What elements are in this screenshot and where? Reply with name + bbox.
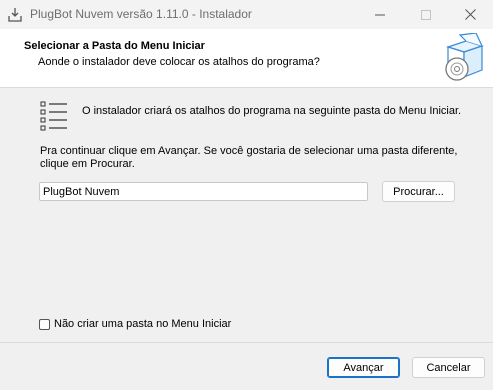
no-folder-checkbox[interactable]: [39, 318, 50, 330]
browse-button[interactable]: Procurar...: [382, 181, 455, 202]
footer-divider: [0, 342, 493, 343]
page-title: Selecionar a Pasta do Menu Iniciar: [24, 40, 205, 52]
window-title: PlugBot Nuvem versão 1.11.0 - Instalador: [30, 7, 252, 21]
wizard-content: O instalador criará os atalhos do progra…: [0, 88, 493, 342]
maximize-icon: [421, 9, 431, 20]
minimize-icon: [375, 10, 385, 20]
next-button[interactable]: Avançar: [327, 357, 400, 378]
close-button[interactable]: [447, 0, 493, 29]
no-folder-option[interactable]: Não criar uma pasta no Menu Iniciar: [39, 318, 231, 330]
title-bar: PlugBot Nuvem versão 1.11.0 - Instalador: [0, 0, 493, 29]
info-text: O instalador criará os atalhos do progra…: [82, 105, 462, 117]
installer-download-icon: [7, 7, 23, 23]
close-icon: [464, 9, 476, 20]
wizard-header: Selecionar a Pasta do Menu Iniciar Aonde…: [0, 29, 493, 88]
instructions-text: Pra continuar clique em Avançar. Se você…: [40, 145, 458, 170]
list-icon: [40, 101, 68, 133]
setup-box-disc-icon: [440, 32, 488, 83]
maximize-button: [403, 0, 449, 29]
minimize-button[interactable]: [357, 0, 403, 29]
start-menu-folder-input[interactable]: [39, 182, 368, 201]
page-subtitle: Aonde o instalador deve colocar os atalh…: [38, 56, 320, 68]
cancel-button[interactable]: Cancelar: [412, 357, 485, 378]
no-folder-label[interactable]: Não criar uma pasta no Menu Iniciar: [54, 318, 231, 330]
